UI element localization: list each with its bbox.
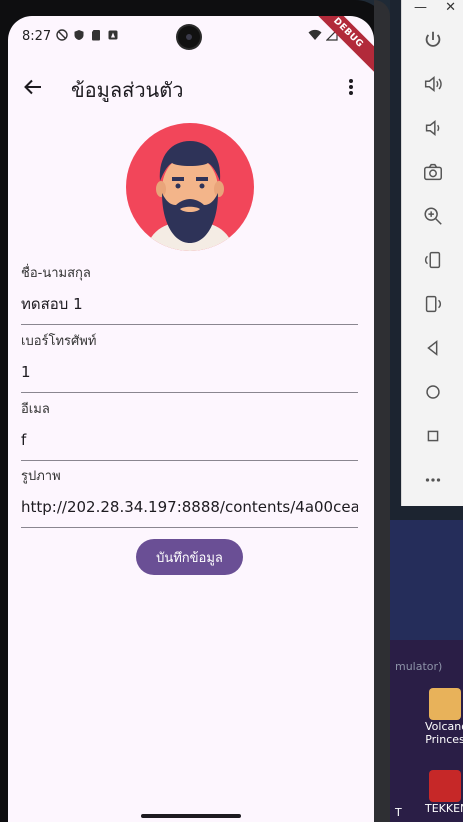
- more-horizontal-icon: [425, 478, 441, 482]
- desktop-icon-volcano-princess[interactable]: Volcano Princes: [425, 688, 463, 746]
- sd-card-icon: [92, 30, 100, 41]
- desktop-band: [390, 520, 463, 640]
- wifi-icon: [308, 29, 322, 40]
- emulator-taskbar-text: mulator): [395, 660, 443, 673]
- avatar: [126, 123, 254, 251]
- image-url-field[interactable]: รูปภาพ http://202.28.34.197:8888/content…: [21, 469, 358, 528]
- bearded-man-avatar-icon: [146, 141, 234, 251]
- page-title: ข้อมูลส่วนตัว: [71, 78, 184, 102]
- app-bar: ข้อมูลส่วนตัว: [8, 68, 374, 108]
- arrow-back-icon: [24, 79, 41, 95]
- desktop-icon-label: Princes: [425, 733, 463, 746]
- more-menu-button[interactable]: [338, 72, 364, 102]
- status-time: 8:27: [22, 29, 52, 44]
- email-label: อีเมล: [21, 402, 50, 417]
- close-icon[interactable]: ✕: [445, 0, 456, 16]
- phone-input[interactable]: 1: [21, 362, 358, 393]
- more-options-button[interactable]: [419, 466, 447, 494]
- volume-down-icon: [425, 120, 440, 136]
- phone-label: เบอร์โทรศัพท์: [21, 334, 97, 349]
- phone-screen: 8:27 DEBUG ข้อมูลส่วนตัว ชื่อ-นามสกุล ทด…: [8, 16, 374, 822]
- overview-nav-button[interactable]: [419, 422, 447, 450]
- triangle-back-icon: [427, 340, 438, 356]
- power-button[interactable]: [419, 26, 447, 54]
- tekken-icon: [429, 770, 461, 802]
- front-camera: [178, 26, 200, 48]
- email-input[interactable]: f: [21, 430, 358, 461]
- volcano-princess-icon: [429, 688, 461, 720]
- zoom-button[interactable]: [419, 202, 447, 230]
- minimize-icon[interactable]: —: [414, 0, 427, 16]
- zoom-in-icon: [424, 207, 442, 225]
- save-button[interactable]: บันทึกข้อมูล: [136, 539, 243, 575]
- desktop-icon-label: Volcano: [425, 720, 463, 733]
- rotate-left-button[interactable]: [419, 246, 447, 274]
- rotate-right-button[interactable]: [419, 290, 447, 318]
- power-icon: [425, 31, 441, 47]
- camera-icon: [424, 163, 442, 181]
- home-indicator[interactable]: [141, 814, 241, 818]
- phone-field[interactable]: เบอร์โทรศัพท์ 1: [21, 334, 358, 393]
- fullname-field[interactable]: ชื่อ-นามสกุล ทดสอบ 1: [21, 266, 358, 325]
- circle-home-icon: [426, 385, 440, 399]
- debug-banner: DEBUG: [307, 16, 374, 74]
- do-not-disturb-icon: [56, 29, 68, 41]
- back-nav-button[interactable]: [419, 334, 447, 362]
- volume-down-button[interactable]: [419, 114, 447, 142]
- fullname-label: ชื่อ-นามสกุล: [21, 266, 91, 281]
- desktop-icon-label: TEKKEN: [425, 802, 463, 815]
- email-field[interactable]: อีเมล f: [21, 402, 358, 461]
- desktop-trailing-text: T: [395, 806, 402, 819]
- rotate-right-icon: [425, 295, 441, 313]
- back-button[interactable]: [18, 72, 48, 102]
- status-notification-icons: [56, 29, 119, 41]
- volume-up-button[interactable]: [419, 70, 447, 98]
- emulator-toolbar: — ✕: [401, 0, 463, 506]
- desktop-icon-tekken[interactable]: TEKKEN: [425, 770, 463, 815]
- more-vert-icon: [349, 79, 353, 95]
- home-nav-button[interactable]: [419, 378, 447, 406]
- phone-frame-edge: [374, 0, 390, 822]
- square-overview-icon: [427, 430, 439, 442]
- status-bar: 8:27 DEBUG: [8, 16, 374, 74]
- image-url-input[interactable]: http://202.28.34.197:8888/contents/4a00c…: [21, 497, 358, 528]
- image-url-label: รูปภาพ: [21, 469, 61, 484]
- app-notification-icon: [108, 30, 118, 40]
- fullname-input[interactable]: ทดสอบ 1: [21, 294, 358, 325]
- emulator-window-controls: — ✕: [402, 0, 463, 16]
- volume-up-icon: [424, 76, 442, 92]
- screenshot-button[interactable]: [419, 158, 447, 186]
- rotate-left-icon: [425, 251, 441, 269]
- shield-icon: [74, 30, 84, 40]
